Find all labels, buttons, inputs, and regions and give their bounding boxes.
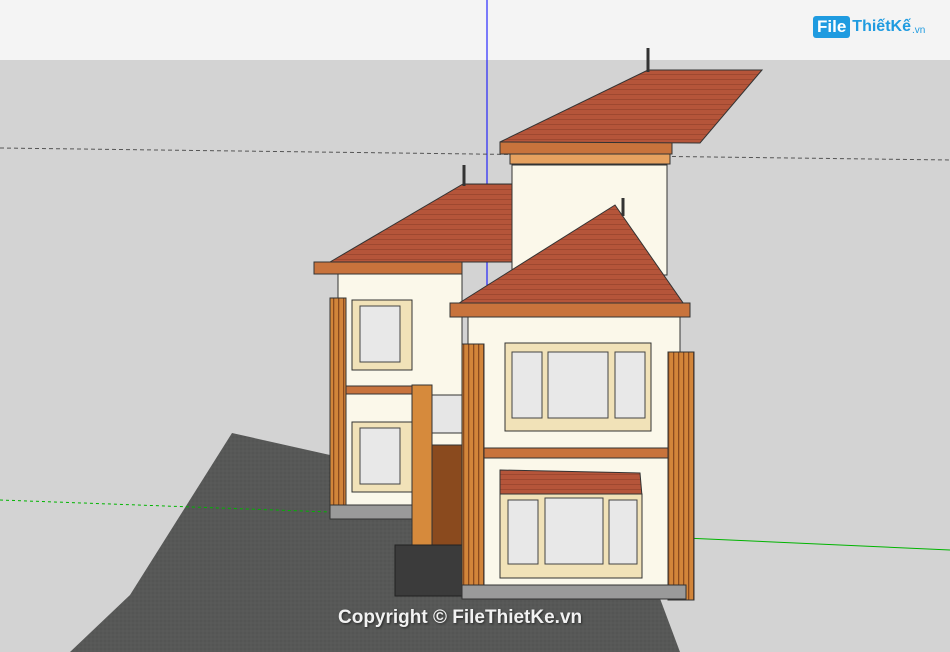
logo-file-mark: File xyxy=(813,16,851,38)
tower-cornice xyxy=(499,141,673,155)
left-wing-band xyxy=(337,385,419,395)
porch-column xyxy=(411,384,433,561)
front-upper-window-center xyxy=(547,351,609,419)
left-wing-roof xyxy=(328,183,513,263)
front-upper-window-left xyxy=(511,351,543,419)
logo-thietke-text: ThiếtKế xyxy=(852,18,911,35)
axis-green xyxy=(684,537,950,551)
left-pillar xyxy=(329,297,347,509)
viewport-3d-scene[interactable] xyxy=(0,0,950,652)
logo-tld-text: .vn xyxy=(911,24,926,36)
front-lower-window-center xyxy=(544,497,604,565)
front-block-band xyxy=(479,447,671,459)
left-wing-base xyxy=(329,504,421,520)
left-wing-window-upper-glass xyxy=(359,305,401,363)
axis-red-dashed xyxy=(0,147,950,161)
tower-cornice-band xyxy=(509,153,671,165)
filethietke-logo: File ThiếtKế .vn xyxy=(813,12,925,42)
front-gable-eave xyxy=(449,302,691,318)
front-left-pillar xyxy=(461,343,485,590)
porch-balcony xyxy=(431,394,463,434)
front-block-base xyxy=(461,584,687,600)
tower-roof xyxy=(499,69,764,144)
copyright-watermark: Copyright © FileThietKe.vn xyxy=(338,607,583,628)
porch-doorway xyxy=(431,444,463,546)
left-wing-eave xyxy=(313,261,463,275)
front-right-pillar xyxy=(667,351,695,601)
front-lower-awning xyxy=(499,469,643,497)
front-lower-window-left xyxy=(507,499,539,565)
front-upper-window-right xyxy=(614,351,646,419)
left-wing-window-lower-glass xyxy=(359,427,401,485)
front-lower-window-right xyxy=(608,499,638,565)
